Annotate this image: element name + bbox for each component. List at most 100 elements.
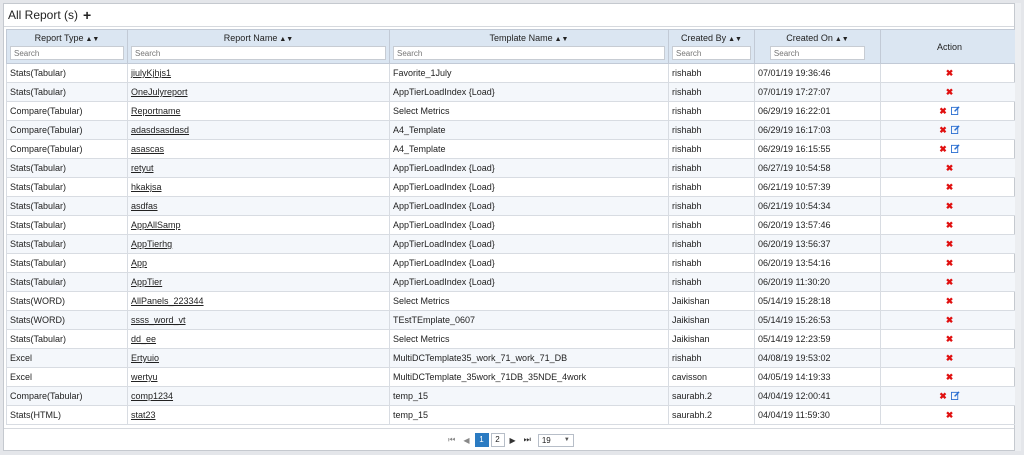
report-name-link[interactable]: Ertyuio — [131, 353, 159, 363]
report-name-link[interactable]: Reportname — [131, 106, 181, 116]
table-row[interactable]: Stats(WORD) AllPanels_223344 Select Metric… — [6, 291, 1019, 311]
delete-icon[interactable]: ✖ — [946, 353, 954, 363]
table-row[interactable]: Compare(Tabular) adasdsasdasd A4_Template r… — [6, 120, 1019, 140]
all-reports-panel: All Report (s) + Report Type▲▼ Report Na… — [3, 3, 1019, 451]
delete-icon[interactable]: ✖ — [946, 258, 954, 268]
last-page-icon[interactable]: ⏭ — [524, 435, 531, 445]
col-report-name[interactable]: Report Name ▲▼ — [127, 29, 390, 64]
report-name-link[interactable]: AllPanels_223344 — [131, 296, 204, 306]
table-row[interactable]: Compare(Tabular) comp1234 temp_15 saurabh.2… — [6, 386, 1019, 406]
sort-icon[interactable]: ▲▼ — [86, 36, 100, 43]
delete-icon[interactable]: ✖ — [946, 87, 954, 97]
delete-icon[interactable]: ✖ — [946, 277, 954, 287]
sort-icon[interactable]: ▲▼ — [728, 36, 742, 43]
table-row[interactable]: Stats(WORD) ssss_word_vt TEstTEmplate_0607… — [6, 310, 1019, 330]
table-row[interactable]: Stats(Tabular) hkakjsa AppTierLoadIndex {L… — [6, 177, 1019, 197]
table-row[interactable]: Stats(Tabular) jiulyKjhjs1 Favorite_1July r… — [6, 63, 1019, 83]
delete-icon[interactable]: ✖ — [946, 239, 954, 249]
page-2-button[interactable]: 2 — [490, 433, 505, 447]
col-created-on[interactable]: Created On ▲▼ — [754, 29, 881, 64]
table-row[interactable]: Excel Ertyuio MultiDCTemplate35_work_71_wo… — [6, 348, 1019, 368]
delete-icon[interactable]: ✖ — [946, 201, 954, 211]
table-row[interactable]: Stats(Tabular) App AppTierLoadIndex {Load}… — [6, 253, 1019, 273]
delete-icon[interactable]: ✖ — [939, 125, 947, 135]
edit-icon[interactable] — [950, 390, 960, 402]
cell-created-on: 06/20/19 11:30:20 — [754, 272, 881, 292]
delete-icon[interactable]: ✖ — [946, 68, 954, 78]
report-name-link[interactable]: App — [131, 258, 147, 268]
next-page-icon[interactable]: ▶ — [510, 436, 516, 445]
edit-icon[interactable] — [950, 124, 960, 136]
page-size-select[interactable]: 19 ▼ — [537, 433, 574, 447]
col-report-type-label: Report Type — [34, 33, 84, 43]
report-name-search-input[interactable] — [131, 46, 386, 60]
table-row[interactable]: Stats(Tabular) OneJulyreport AppTierLoadIn… — [6, 82, 1019, 102]
cell-report-name: retyut — [127, 158, 390, 178]
report-name-link[interactable]: AppTierhg — [131, 239, 172, 249]
report-name-link[interactable]: asdfas — [131, 201, 158, 211]
cell-created-on: 06/27/19 10:54:58 — [754, 158, 881, 178]
cell-report-type: Stats(Tabular) — [6, 177, 128, 197]
report-name-link[interactable]: OneJulyreport — [131, 87, 188, 97]
report-name-link[interactable]: asascas — [131, 144, 164, 154]
table-row[interactable]: Compare(Tabular) asascas A4_Template rishab… — [6, 139, 1019, 159]
sort-icon[interactable]: ▲▼ — [555, 36, 569, 43]
table-row[interactable]: Stats(Tabular) dd_ee Select Metrics Jaikish… — [6, 329, 1019, 349]
report-name-link[interactable]: stat23 — [131, 410, 156, 420]
delete-icon[interactable]: ✖ — [946, 372, 954, 382]
cell-template-name: AppTierLoadIndex {Load} — [389, 158, 669, 178]
sort-icon[interactable]: ▲▼ — [835, 36, 849, 43]
delete-icon[interactable]: ✖ — [939, 144, 947, 154]
table-row[interactable]: Excel wertyu MultiDCTemplate_35work_71DB_3… — [6, 367, 1019, 387]
cell-report-type: Stats(Tabular) — [6, 215, 128, 235]
table-row[interactable]: Stats(Tabular) asdfas AppTierLoadIndex {Lo… — [6, 196, 1019, 216]
first-page-icon[interactable]: ⏮ — [448, 435, 455, 445]
table-row[interactable]: Stats(Tabular) retyut AppTierLoadIndex {Lo… — [6, 158, 1019, 178]
cell-template-name: AppTierLoadIndex {Load} — [389, 177, 669, 197]
cell-created-by: rishabh — [668, 82, 755, 102]
table-row[interactable]: Compare(Tabular) Reportname Select Metrics… — [6, 101, 1019, 121]
col-report-type[interactable]: Report Type ▲▼ — [6, 29, 128, 64]
delete-icon[interactable]: ✖ — [946, 296, 954, 306]
delete-icon[interactable]: ✖ — [946, 410, 954, 420]
created-by-search-input[interactable] — [672, 46, 751, 60]
delete-icon[interactable]: ✖ — [939, 391, 947, 401]
report-name-link[interactable]: wertyu — [131, 372, 158, 382]
template-name-search-input[interactable] — [393, 46, 665, 60]
col-created-by[interactable]: Created By ▲▼ — [668, 29, 755, 64]
report-name-link[interactable]: AppTier — [131, 277, 162, 287]
report-name-link[interactable]: dd_ee — [131, 334, 156, 344]
edit-icon[interactable] — [950, 105, 960, 117]
sort-icon[interactable]: ▲▼ — [279, 36, 293, 43]
scrollbar[interactable] — [1015, 3, 1021, 451]
table-row[interactable]: Stats(HTML) stat23 temp_15 saurabh.2 04/04/1… — [6, 405, 1019, 425]
report-name-link[interactable]: AppAllSamp — [131, 220, 181, 230]
report-name-link[interactable]: retyut — [131, 163, 154, 173]
table-row[interactable]: Stats(Tabular) AppTierhg AppTierLoadIndex … — [6, 234, 1019, 254]
cell-created-on: 06/21/19 10:54:34 — [754, 196, 881, 216]
report-name-link[interactable]: comp1234 — [131, 391, 173, 401]
cell-action: ✖ — [880, 348, 1019, 368]
delete-icon[interactable]: ✖ — [946, 315, 954, 325]
col-template-name[interactable]: Template Name ▲▼ — [389, 29, 669, 64]
delete-icon[interactable]: ✖ — [946, 182, 954, 192]
add-report-icon[interactable]: + — [83, 8, 91, 22]
edit-icon[interactable] — [950, 143, 960, 155]
report-name-link[interactable]: hkakjsa — [131, 182, 162, 192]
cell-report-name: AllPanels_223344 — [127, 291, 390, 311]
delete-icon[interactable]: ✖ — [946, 220, 954, 230]
report-name-link[interactable]: ssss_word_vt — [131, 315, 186, 325]
cell-template-name: AppTierLoadIndex {Load} — [389, 82, 669, 102]
report-type-search-input[interactable] — [10, 46, 124, 60]
prev-page-icon[interactable]: ◀ — [463, 436, 469, 445]
delete-icon[interactable]: ✖ — [946, 163, 954, 173]
table-row[interactable]: Stats(Tabular) AppAllSamp AppTierLoadIndex… — [6, 215, 1019, 235]
report-name-link[interactable]: jiulyKjhjs1 — [131, 68, 171, 78]
report-name-link[interactable]: adasdsasdasd — [131, 125, 189, 135]
cell-report-type: Stats(WORD) — [6, 291, 128, 311]
delete-icon[interactable]: ✖ — [946, 334, 954, 344]
created-on-search-input[interactable] — [769, 46, 866, 60]
page-1-button[interactable]: 1 — [474, 433, 489, 447]
table-row[interactable]: Stats(Tabular) AppTier AppTierLoadIndex {L… — [6, 272, 1019, 292]
delete-icon[interactable]: ✖ — [939, 106, 947, 116]
